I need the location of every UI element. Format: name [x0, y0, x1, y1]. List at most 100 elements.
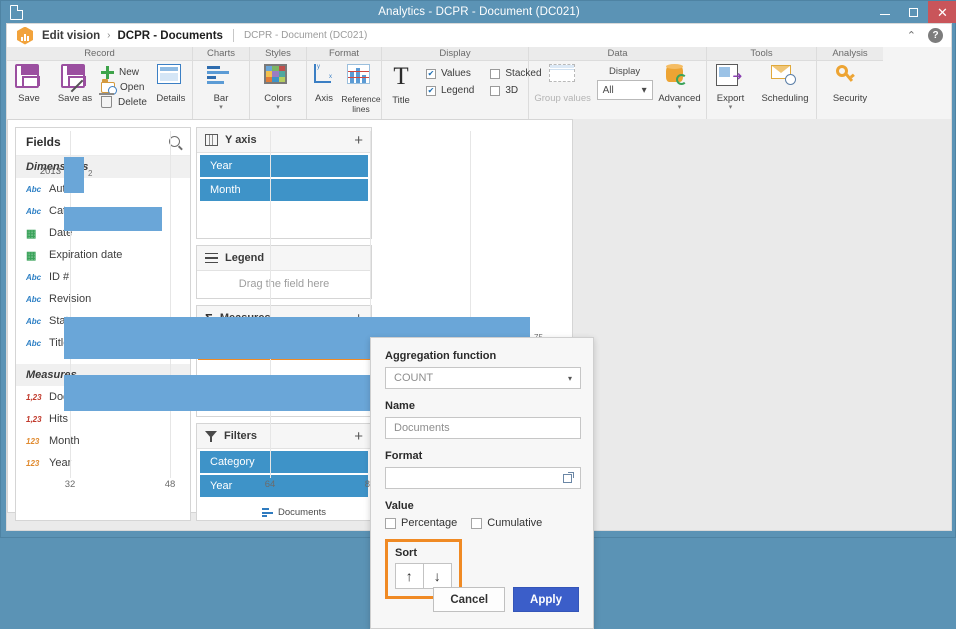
chevron-down-icon[interactable]: ▾: [276, 104, 280, 111]
chevron-down-icon[interactable]: ▾: [678, 104, 682, 111]
format-label: Format: [385, 450, 423, 462]
open-label: Open: [120, 82, 145, 93]
gridline: [270, 131, 271, 478]
minimize-button[interactable]: [870, 1, 899, 23]
sort-descending-button[interactable]: ↓: [423, 563, 452, 589]
bar-2014[interactable]: [64, 207, 162, 231]
save-button[interactable]: Save: [7, 64, 51, 104]
maximize-button[interactable]: [899, 1, 928, 23]
save-as-label: Save as: [57, 93, 93, 104]
gridline: [170, 131, 171, 478]
value-label: Value: [385, 500, 414, 512]
bar-label: Bar: [213, 93, 229, 104]
close-button[interactable]: ✕: [928, 1, 956, 23]
breadcrumb: Edit vision › DCPR - Documents DCPR - Do…: [7, 24, 951, 47]
percentage-checkbox[interactable]: Percentage: [385, 517, 457, 529]
axis-label: Axis: [315, 93, 333, 104]
breadcrumb-divider: [232, 29, 234, 42]
bar-value-2013: 2: [88, 169, 93, 178]
ribbon-group-title: Record: [7, 47, 192, 61]
minimize-icon: [879, 13, 890, 16]
plus-icon: [101, 66, 114, 79]
y-category-label: 2013: [39, 166, 61, 177]
details-button[interactable]: Details: [147, 64, 195, 104]
bar-2013[interactable]: [64, 157, 84, 193]
dialog-actions: Cancel Apply: [433, 587, 579, 612]
axis-icon: yx: [310, 64, 338, 92]
key-icon: [836, 64, 864, 92]
reference-lines-button[interactable]: Reference lines: [341, 64, 381, 114]
axis-button[interactable]: yx Axis: [307, 64, 341, 104]
legend-label: Legend: [441, 85, 475, 96]
aggregation-function-select[interactable]: COUNT ▾: [385, 367, 581, 389]
ribbon-group-title: Data: [529, 47, 706, 61]
window-controls: ✕: [870, 1, 956, 23]
ribbon-group-title: Display: [382, 47, 528, 61]
values-checkbox[interactable]: Values: [426, 68, 474, 79]
advanced-button[interactable]: Advanced ▾: [653, 64, 705, 111]
delete-label: Delete: [118, 96, 147, 108]
ribbon-group-charts: Charts Bar ▾: [193, 47, 250, 119]
cumulative-checkbox[interactable]: Cumulative: [471, 517, 542, 529]
chevron-down-icon: ▾: [641, 84, 647, 96]
scheduling-button[interactable]: Scheduling: [756, 64, 813, 104]
cancel-button[interactable]: Cancel: [433, 587, 506, 612]
name-label: Name: [385, 400, 415, 412]
chevron-down-icon[interactable]: ▾: [729, 104, 733, 111]
ribbon-group-data: Data Group values Display All ▾ Advanced…: [529, 47, 707, 119]
floppy-disk-pencil-icon: [61, 64, 89, 93]
ribbon-toolbar: Record Save Save as New Open Delete Deta…: [7, 47, 951, 119]
floppy-disk-icon: [15, 64, 43, 92]
colors-button[interactable]: Colors ▾: [257, 64, 299, 111]
display-select-caption: Display: [609, 66, 641, 77]
ribbon-group-tools: Tools ➜ Export ▾ Scheduling: [707, 47, 817, 119]
legend-checkbox[interactable]: Legend: [426, 85, 474, 96]
new-button[interactable]: New: [101, 66, 147, 79]
threed-label: 3D: [505, 85, 519, 96]
bar-chart-button[interactable]: Bar ▾: [200, 64, 242, 111]
sort-label: Sort: [395, 547, 417, 559]
display-select[interactable]: All ▾: [596, 80, 653, 100]
x-tick-label: 64: [264, 479, 276, 490]
checkbox-icon: [426, 85, 436, 96]
percentage-label: Percentage: [401, 517, 458, 529]
security-button[interactable]: Security: [825, 64, 875, 104]
group-values-button: Group values: [529, 64, 596, 104]
apply-button[interactable]: Apply: [513, 587, 579, 612]
breadcrumb-current: DCPR - Documents: [117, 29, 223, 42]
checkbox-icon: [490, 68, 501, 79]
sort-ascending-button[interactable]: ↑: [395, 563, 424, 589]
collapse-ribbon-icon[interactable]: ⌃: [907, 29, 916, 42]
breadcrumb-actions: ⌃ ?: [907, 28, 943, 43]
breadcrumb-separator-icon: ›: [107, 30, 111, 41]
export-button[interactable]: ➜ Export ▾: [709, 64, 751, 111]
format-input[interactable]: [385, 467, 581, 489]
save-label: Save: [18, 93, 40, 104]
display-select-value: All: [602, 84, 614, 96]
chevron-down-icon[interactable]: ▾: [219, 104, 223, 111]
export-label: Export: [716, 93, 745, 104]
colors-label: Colors: [264, 93, 292, 104]
aggregation-function-label: Aggregation function: [385, 350, 497, 362]
ribbon-group-record: Record Save Save as New Open Delete Deta…: [7, 47, 193, 119]
external-link-icon[interactable]: [563, 471, 574, 483]
legend-series-label: Documents: [278, 507, 327, 518]
ribbon-group-styles: Styles Colors ▾: [250, 47, 307, 119]
bar-2016[interactable]: [64, 375, 391, 411]
scheduling-label: Scheduling: [761, 93, 809, 104]
help-icon[interactable]: ?: [928, 28, 943, 43]
delete-button[interactable]: Delete: [99, 93, 147, 108]
title-button[interactable]: T Title: [382, 64, 420, 106]
name-input[interactable]: Documents: [385, 417, 581, 439]
ribbon-group-format: Format yx Axis Reference lines: [307, 47, 382, 119]
save-as-button[interactable]: Save as: [51, 64, 99, 104]
security-label: Security: [832, 93, 868, 104]
open-button[interactable]: Open: [101, 79, 147, 95]
client-area: Edit vision › DCPR - Documents DCPR - Do…: [6, 23, 952, 629]
breadcrumb-root-link[interactable]: Edit vision: [42, 30, 100, 42]
chevron-down-icon: ▾: [567, 373, 572, 383]
name-value: Documents: [394, 422, 450, 434]
folder-open-icon: [101, 79, 117, 95]
checkbox-icon: [471, 517, 483, 529]
checkbox-icon: [490, 85, 501, 96]
